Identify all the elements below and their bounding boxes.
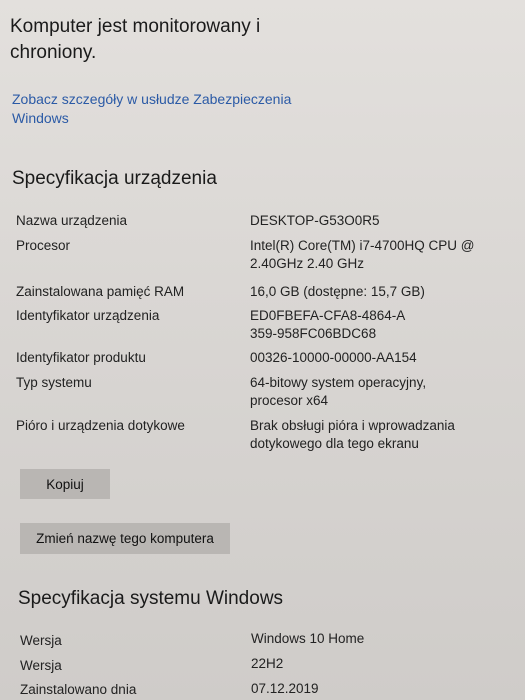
product-id-value: 00326-10000-00000-AA154 bbox=[250, 350, 417, 365]
windows-spec-title: Specyfikacja systemu Windows bbox=[18, 588, 284, 609]
device-spec-title: Specyfikacja urządzenia bbox=[12, 168, 217, 189]
edition-label: Wersja bbox=[20, 633, 62, 648]
rename-pc-button[interactable]: Zmień nazwę tego komputera bbox=[20, 523, 230, 554]
security-status-text: Komputer jest monitorowany i chroniony. bbox=[10, 16, 261, 63]
version-label: Wersja bbox=[20, 658, 62, 673]
device-name-label: Nazwa urządzenia bbox=[16, 213, 128, 228]
windows-security-details-link[interactable]: Zobacz szczegóły w usłudze Zabezpieczeni… bbox=[12, 90, 312, 128]
version-value: 22H2 bbox=[251, 656, 284, 671]
installed-on-label: Zainstalowano dnia bbox=[20, 682, 137, 697]
ram-value: 16,0 GB (dostępne: 15,7 GB) bbox=[250, 284, 425, 299]
device-id-label: Identyfikator urządzenia bbox=[16, 308, 160, 323]
processor-label: Procesor bbox=[16, 238, 71, 253]
product-id-label: Identyfikator produktu bbox=[16, 350, 146, 365]
device-id-value: ED0FBEFA-CFA8-4864-A359-958FC06BDC68 bbox=[250, 308, 406, 341]
system-type-value: 64-bitowy system operacyjny, procesor x6… bbox=[250, 375, 427, 408]
system-type-label: Typ systemu bbox=[16, 375, 92, 390]
edition-value: Windows 10 Home bbox=[251, 631, 365, 646]
installed-on-value: 07.12.2019 bbox=[251, 681, 319, 696]
processor-value: Intel(R) Core(TM) i7-4700HQ CPU @ 2.40GH… bbox=[250, 238, 475, 271]
copy-button[interactable]: Kopiuj bbox=[20, 469, 110, 499]
pen-touch-value: Brak obsługi pióra i wprowadzania dotyko… bbox=[250, 418, 455, 451]
pen-touch-label: Pióro i urządzenia dotykowe bbox=[16, 418, 185, 433]
ram-label: Zainstalowana pamięć RAM bbox=[16, 284, 185, 299]
device-name-value: DESKTOP-G53O0R5 bbox=[250, 213, 380, 228]
